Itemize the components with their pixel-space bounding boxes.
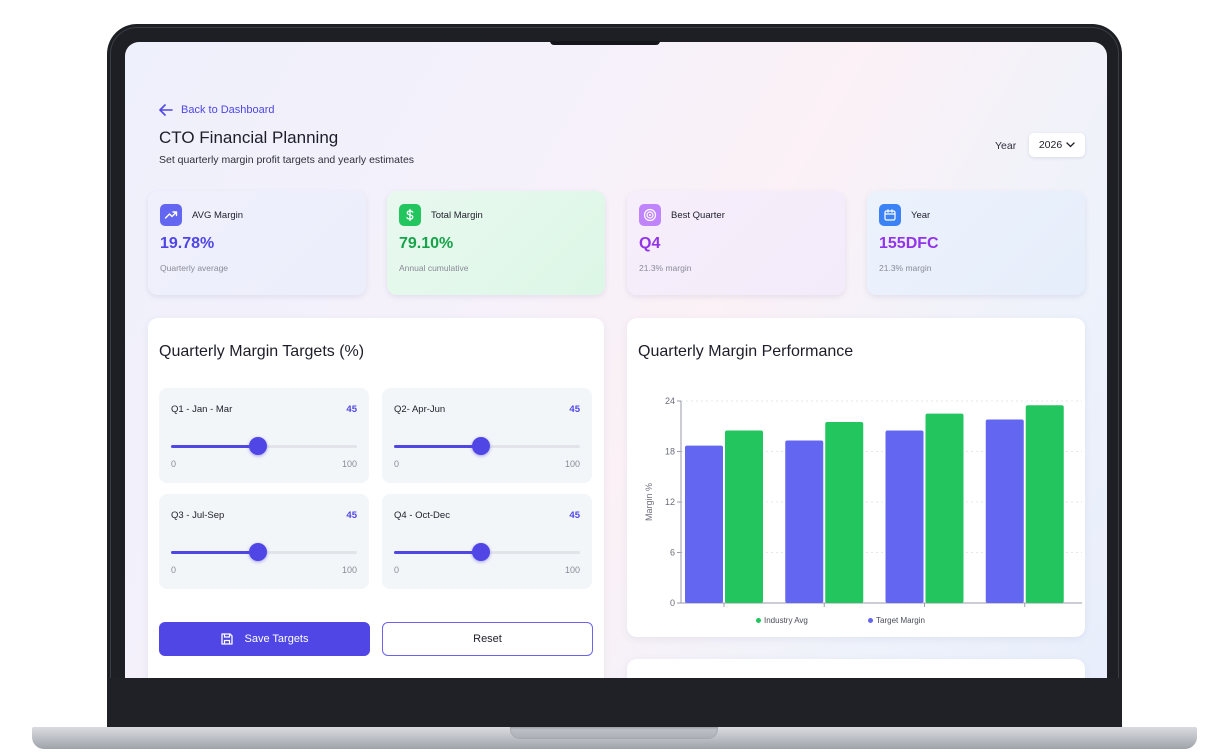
stat-label: AVG Margin xyxy=(192,209,244,221)
year-select-value: 2026 xyxy=(1038,139,1063,151)
stat-label: Total Margin xyxy=(431,209,483,221)
stat-card-total-margin: Total Margin 79.10% Annual cumulative xyxy=(387,191,605,295)
bar-target-margin xyxy=(785,440,824,603)
quarter-card-q3: Q3 - Jul-Sep 45 0 100 xyxy=(159,494,369,589)
legend-label: Industry Avg xyxy=(764,616,808,625)
y-tick-label: 6 xyxy=(670,548,675,558)
margin-slider-q2[interactable] xyxy=(394,437,580,455)
stat-value: Q4 xyxy=(639,235,661,252)
stat-label: Year xyxy=(911,209,931,221)
slider-fill xyxy=(394,445,482,448)
stat-subtext: Annual cumulative xyxy=(399,263,469,273)
margin-slider-q3[interactable] xyxy=(171,543,357,561)
target-icon xyxy=(639,204,661,226)
arrow-left-icon xyxy=(159,104,173,116)
stat-value: 79.10% xyxy=(399,235,454,252)
legend-marker xyxy=(868,618,873,623)
legend-item-industry-avg: Industry Avg xyxy=(756,616,808,625)
quarter-name: Q1 - Jan - Mar xyxy=(171,404,233,415)
y-tick-label: 24 xyxy=(665,396,675,406)
bar-industry-avg xyxy=(825,422,864,603)
quarter-card-q1: Q1 - Jan - Mar 45 0 100 xyxy=(159,388,369,483)
stat-value: 155DFC xyxy=(879,235,939,252)
year-select[interactable]: 2026 xyxy=(1029,133,1085,157)
bar-target-margin xyxy=(885,430,924,603)
reset-label: Reset xyxy=(473,633,502,645)
slider-min: 0 xyxy=(171,565,177,575)
slider-fill xyxy=(171,551,259,554)
quarter-name: Q2- Apr-Jun xyxy=(394,404,446,415)
page-title: CTO Financial Planning xyxy=(159,128,339,147)
save-targets-button[interactable]: Save Targets xyxy=(159,622,370,656)
slider-min: 0 xyxy=(394,565,400,575)
legend-marker xyxy=(756,618,761,623)
slider-fill xyxy=(394,551,482,554)
quarter-card-q2: Q2- Apr-Jun 45 0 100 xyxy=(382,388,592,483)
legend-item-target-margin: Target Margin xyxy=(868,616,925,625)
calendar-icon xyxy=(879,204,901,226)
year-label: Year xyxy=(995,140,1017,152)
next-panel xyxy=(627,659,1085,678)
legend-label: Target Margin xyxy=(876,616,925,625)
y-axis-label: Margin % xyxy=(644,483,654,521)
slider-thumb[interactable] xyxy=(249,543,268,561)
slider-max: 100 xyxy=(564,459,580,469)
slider-min: 0 xyxy=(171,459,177,469)
bar-industry-avg xyxy=(1025,405,1064,603)
dollar-icon xyxy=(399,204,421,226)
bar-target-margin xyxy=(985,419,1024,603)
laptop-hinge-notch xyxy=(510,727,718,739)
chevron-down-icon xyxy=(1066,142,1075,148)
save-icon xyxy=(221,633,234,645)
bar-industry-avg xyxy=(725,430,763,603)
quarter-name: Q3 - Jul-Sep xyxy=(171,510,225,521)
stat-subtext: Quarterly average xyxy=(160,263,229,273)
stat-card-best-quarter: Best Quarter Q4 21.3% margin xyxy=(627,191,845,295)
margin-slider-q1[interactable] xyxy=(171,437,357,455)
quarter-value: 45 xyxy=(346,510,357,521)
stat-card-avg-margin: AVG Margin 19.78% Quarterly average xyxy=(148,191,366,295)
laptop-screen: Back to Dashboard CTO Financial Planning… xyxy=(125,42,1107,678)
back-link-label: Back to Dashboard xyxy=(181,104,275,116)
camera-notch xyxy=(550,41,660,45)
back-to-dashboard-link[interactable]: Back to Dashboard xyxy=(159,104,275,116)
reset-button[interactable]: Reset xyxy=(382,622,593,656)
trending-up-icon xyxy=(160,204,182,226)
slider-max: 100 xyxy=(564,565,580,575)
bar-industry-avg xyxy=(925,413,964,603)
save-targets-label: Save Targets xyxy=(244,633,309,645)
slider-max: 100 xyxy=(341,459,357,469)
slider-thumb[interactable] xyxy=(472,437,491,455)
page-subtitle: Set quarterly margin profit targets and … xyxy=(159,154,415,166)
y-tick-label: 18 xyxy=(665,447,675,457)
quarter-value: 45 xyxy=(569,510,580,521)
quarter-card-q4: Q4 - Oct-Dec 45 0 100 xyxy=(382,494,592,589)
slider-thumb[interactable] xyxy=(249,437,268,455)
slider-fill xyxy=(171,445,259,448)
slider-thumb[interactable] xyxy=(472,543,491,561)
y-tick-label: 0 xyxy=(670,598,675,608)
targets-panel-title: Quarterly Margin Targets (%) xyxy=(159,343,365,360)
slider-max: 100 xyxy=(341,565,357,575)
stat-card-year: Year 155DFC 21.3% margin xyxy=(867,191,1085,295)
quarter-value: 45 xyxy=(569,404,580,415)
bar-target-margin xyxy=(685,445,723,603)
slider-min: 0 xyxy=(394,459,400,469)
margin-performance-chart: 06121824Margin %Q1Q2Q3Q4 xyxy=(644,396,1082,608)
stat-subtext: 21.3% margin xyxy=(639,263,692,273)
margin-slider-q4[interactable] xyxy=(394,543,580,561)
stat-label: Best Quarter xyxy=(671,209,725,221)
stat-subtext: 21.3% margin xyxy=(879,263,932,273)
y-tick-label: 12 xyxy=(665,497,675,507)
quarter-name: Q4 - Oct-Dec xyxy=(394,510,450,521)
quarter-value: 45 xyxy=(346,404,357,415)
laptop-bezel xyxy=(107,678,1122,730)
stat-value: 19.78% xyxy=(160,235,215,252)
